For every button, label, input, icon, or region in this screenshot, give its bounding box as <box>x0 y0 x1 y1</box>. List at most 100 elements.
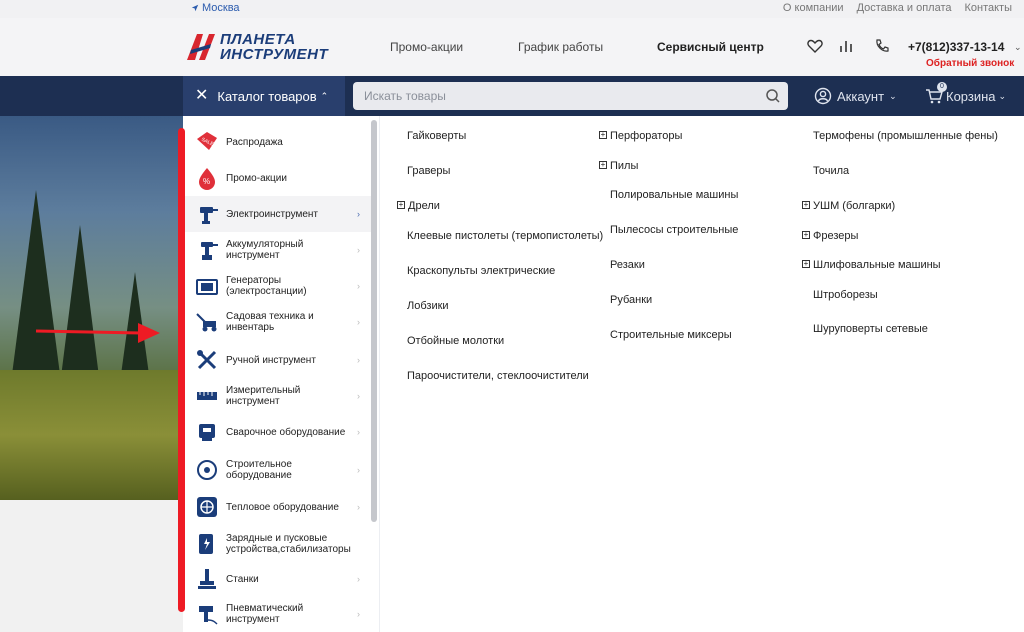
subcategory-link[interactable]: + УШМ (болгарки) <box>802 200 895 212</box>
subcategory-link[interactable]: Пылесосы строительные <box>610 224 738 236</box>
sidebar-item-welding[interactable]: Сварочное оборудование › <box>183 414 371 450</box>
sidebar-item-label: Сварочное оборудование <box>226 426 346 438</box>
sidebar-scrollbar[interactable] <box>371 120 377 522</box>
chevron-right-icon: › <box>357 609 360 619</box>
chevron-down-icon: ⌄ <box>889 90 897 101</box>
catalog-button[interactable]: ✕ Каталог товаров ⌃ <box>183 76 345 116</box>
subcategory-link[interactable]: Лобзики <box>407 300 449 312</box>
sidebar-item-label: Станки <box>226 573 259 585</box>
chevron-right-icon: › <box>357 465 360 475</box>
subcategory-link[interactable]: + Шлифовальные машины <box>802 259 941 271</box>
subcategory-link[interactable]: Штроборезы <box>813 289 878 301</box>
expand-plus-icon[interactable]: + <box>397 201 405 210</box>
subcategory-link[interactable]: Пароочистители, стеклоочистители <box>407 370 589 382</box>
annotation-arrow-icon <box>35 323 160 343</box>
subcategory-link[interactable]: Строительные миксеры <box>610 329 732 341</box>
subcategory-link[interactable]: Краскопульты электрические <box>407 265 555 277</box>
account-label: Аккаунт <box>837 88 885 104</box>
subcategory-link[interactable]: + Перфораторы <box>599 130 682 142</box>
ruler-icon <box>197 392 217 400</box>
phone-icon[interactable] <box>874 38 890 54</box>
wrench-screwdriver-icon <box>197 350 217 370</box>
heart-icon[interactable] <box>807 38 823 54</box>
subcategory-link[interactable]: Граверы <box>407 165 450 177</box>
subcategory-link[interactable]: Термофены (промышленные фены) <box>813 130 998 142</box>
subcategory-link[interactable]: Рубанки <box>610 294 652 306</box>
charger-icon <box>199 534 213 554</box>
cordless-drill-icon <box>201 242 218 260</box>
sidebar-item-label: Измерительный инструмент <box>226 385 301 407</box>
sidebar-item-pneumatic[interactable]: Пневматический инструмент › <box>183 596 371 632</box>
expand-plus-icon[interactable]: + <box>599 131 607 140</box>
sidebar-item-label: Электроинструмент <box>226 208 319 220</box>
machine-tool-icon <box>198 569 216 589</box>
sidebar-item-chargers[interactable]: Зарядные и пусковые устройства,стабилиза… <box>183 524 371 564</box>
lawn-mower-icon <box>196 313 217 332</box>
search-input[interactable] <box>364 89 754 103</box>
sidebar-item-garden[interactable]: Садовая техника и инвентарь › <box>183 304 371 340</box>
subcategory-link[interactable]: Отбойные молотки <box>407 335 504 347</box>
sidebar-item-measuring[interactable]: Измерительный инструмент › <box>183 378 371 414</box>
chevron-down-icon[interactable]: ⌄ <box>1014 42 1022 53</box>
subcategory-link[interactable]: + Пилы <box>599 160 638 172</box>
sidebar-item-sale[interactable]: SALE Распродажа <box>183 124 371 160</box>
sidebar-item-label: Ручной инструмент <box>226 354 316 366</box>
contacts-link[interactable]: Контакты <box>964 2 1012 14</box>
circular-saw-icon <box>197 460 217 480</box>
about-link[interactable]: О компании <box>783 2 844 14</box>
nav-service-center[interactable]: Сервисный центр <box>657 40 764 54</box>
promo-percent-icon: % <box>199 168 215 190</box>
subcategory-link[interactable]: + Фрезеры <box>802 230 858 242</box>
subcategory-link[interactable]: Точила <box>813 165 849 177</box>
user-icon <box>814 87 832 105</box>
chevron-right-icon: › <box>357 574 360 584</box>
subcategory-link[interactable]: Гайковерты <box>407 130 466 142</box>
sidebar-item-construction[interactable]: Строительное оборудование › <box>183 450 371 490</box>
phone-number[interactable]: +7(812)337-13-14 <box>908 40 1004 54</box>
subcategory-link[interactable]: Шуруповерты сетевые <box>813 323 928 335</box>
nav-schedule[interactable]: График работы <box>518 40 603 54</box>
site-logo[interactable]: ПЛАНЕТА ИНСТРУМЕНТ <box>183 30 343 64</box>
svg-text:%: % <box>203 177 210 186</box>
subcategory-link[interactable]: + Дрели <box>397 200 440 212</box>
expand-plus-icon[interactable]: + <box>802 201 810 210</box>
subcategory-link[interactable]: Резаки <box>610 259 645 271</box>
search-icon[interactable] <box>765 88 781 104</box>
sidebar-item-label: Промо-акции <box>226 172 287 184</box>
heater-fan-icon <box>197 497 217 517</box>
delivery-link[interactable]: Доставка и оплата <box>857 2 952 14</box>
cart-label: Корзина <box>946 88 996 104</box>
chevron-right-icon: › <box>357 281 360 291</box>
annotation-highlight-bar <box>178 128 185 612</box>
sidebar-item-hand-tools[interactable]: Ручной инструмент › <box>183 342 371 378</box>
city-selector[interactable]: Москва <box>191 2 240 14</box>
sidebar-item-heating[interactable]: Тепловое оборудование › <box>183 490 371 524</box>
sidebar-item-power-tools[interactable]: Электроинструмент › <box>183 196 371 232</box>
logo-line1: ПЛАНЕТА <box>220 31 296 48</box>
main-navbar: ✕ Каталог товаров ⌃ Аккаунт ⌄ Корзина ⌄ <box>0 76 1024 116</box>
compare-chart-icon[interactable] <box>838 38 854 54</box>
close-icon: ✕ <box>195 87 209 104</box>
sidebar-item-label: Тепловое оборудование <box>226 501 339 513</box>
drill-icon <box>200 207 218 224</box>
account-button[interactable]: Аккаунт ⌄ <box>814 87 897 105</box>
sidebar-item-promo[interactable]: % Промо-акции <box>183 160 371 196</box>
subcategory-link[interactable]: Полировальные машины <box>610 189 738 201</box>
subcategory-link[interactable]: Клеевые пистолеты (термопистолеты) <box>407 230 603 242</box>
expand-plus-icon[interactable]: + <box>802 260 810 269</box>
sidebar-item-label: Зарядные и пусковые устройства,стабилиза… <box>226 533 351 555</box>
sidebar-item-machines[interactable]: Станки › <box>183 562 371 596</box>
sidebar-item-generators[interactable]: Генераторы (электростанции) › <box>183 268 371 304</box>
expand-plus-icon[interactable]: + <box>599 161 607 170</box>
site-header: ПЛАНЕТА ИНСТРУМЕНТ Промо-акции График ра… <box>0 18 1024 76</box>
logo-mark-icon <box>187 34 215 60</box>
location-arrow-icon <box>191 4 199 12</box>
chevron-up-icon: ⌃ <box>320 90 329 101</box>
sidebar-item-label: Пневматический инструмент <box>226 603 304 625</box>
nav-promo[interactable]: Промо-акции <box>390 40 463 54</box>
expand-plus-icon[interactable]: + <box>802 231 810 240</box>
chevron-right-icon: › <box>357 209 360 219</box>
catalog-dropdown: SALE Распродажа % Промо-акции Электроинс… <box>183 116 1024 632</box>
callback-link[interactable]: Обратный звонок <box>926 58 1014 69</box>
sidebar-item-cordless[interactable]: Аккумуляторный инструмент › <box>183 232 371 268</box>
